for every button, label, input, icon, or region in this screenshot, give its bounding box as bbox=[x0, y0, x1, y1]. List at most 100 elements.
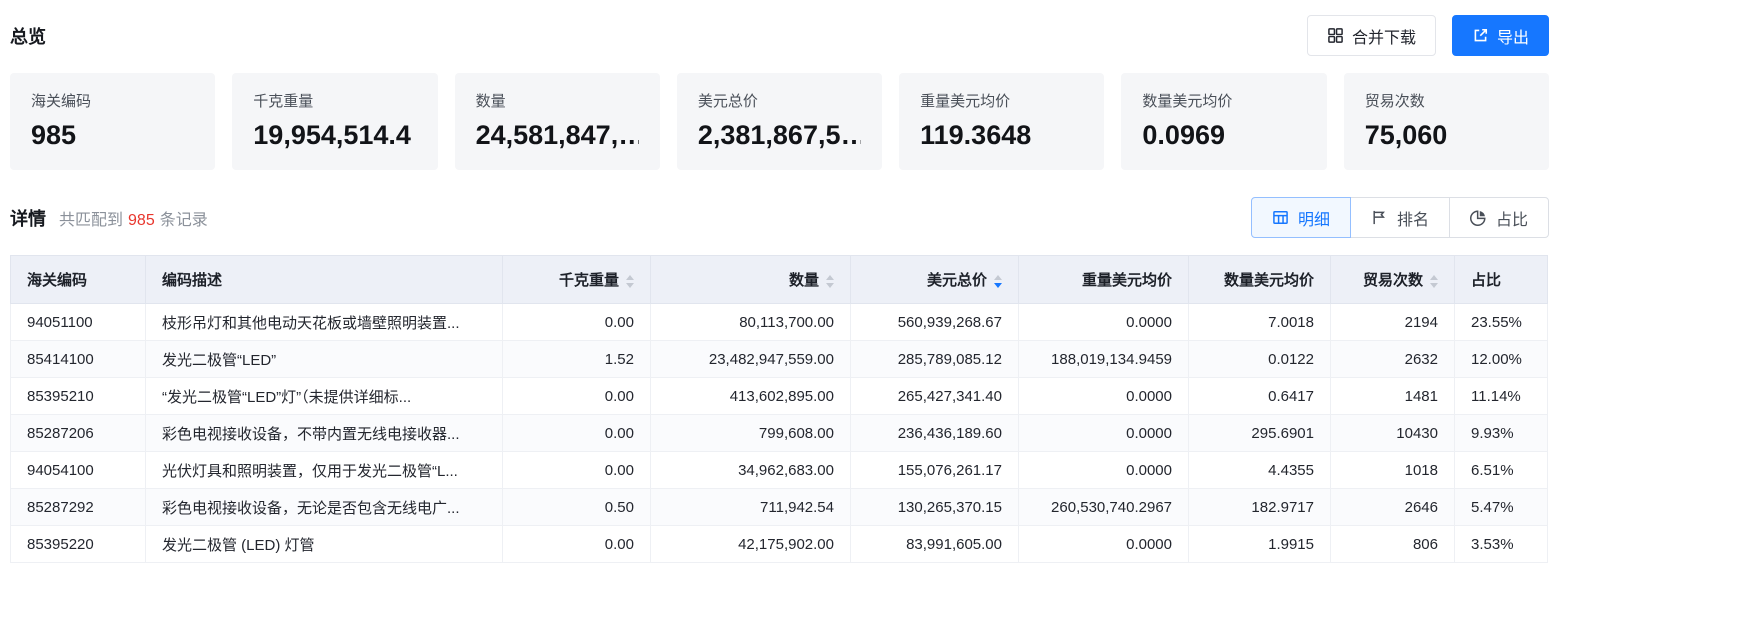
cell-trade-count: 2632 bbox=[1331, 341, 1455, 378]
summary-card: 数量24,581,847,… bbox=[455, 73, 660, 170]
table-icon bbox=[1272, 209, 1289, 226]
card-label: 千克重量 bbox=[253, 90, 416, 111]
cell-proportion: 11.14% bbox=[1455, 378, 1548, 415]
card-label: 美元总价 bbox=[698, 90, 861, 111]
page: 总览 合并下载 bbox=[0, 0, 1549, 563]
cell-usd-avg-by-quantity: 1.9915 bbox=[1189, 526, 1331, 563]
cell-kg-weight: 0.00 bbox=[503, 415, 651, 452]
cell-kg-weight: 0.00 bbox=[503, 526, 651, 563]
cell-hs-code: 85395210 bbox=[11, 378, 146, 415]
sort-icon[interactable] bbox=[1430, 275, 1438, 288]
card-label: 海关编码 bbox=[31, 90, 194, 111]
cell-usd-avg-by-weight: 0.0000 bbox=[1019, 304, 1189, 341]
sort-icon[interactable] bbox=[626, 275, 634, 288]
cell-usd-total: 265,427,341.40 bbox=[851, 378, 1019, 415]
summary-card: 数量美元均价0.0969 bbox=[1121, 73, 1326, 170]
table-row[interactable]: 85287206彩色电视接收设备，不带内置无线电接收器...0.00799,60… bbox=[11, 415, 1548, 452]
cell-hs-code: 94054100 bbox=[11, 452, 146, 489]
cell-usd-total: 236,436,189.60 bbox=[851, 415, 1019, 452]
table-row[interactable]: 85414100发光二极管“LED”1.5223,482,947,559.002… bbox=[11, 341, 1548, 378]
export-button[interactable]: 导出 bbox=[1452, 15, 1549, 56]
cell-usd-total: 560,939,268.67 bbox=[851, 304, 1019, 341]
column-header-hs-code: 海关编码 bbox=[11, 256, 146, 304]
cell-description: 彩色电视接收设备，无论是否包含无线电广... bbox=[146, 489, 503, 526]
caret-down-icon bbox=[826, 283, 834, 288]
table-row[interactable]: 94054100光伏灯具和照明装置，仅用于发光二极管“L...0.0034,96… bbox=[11, 452, 1548, 489]
table-row[interactable]: 94051100枝形吊灯和其他电动天花板或墙壁照明装置...0.0080,113… bbox=[11, 304, 1548, 341]
table-row[interactable]: 85287292彩色电视接收设备，无论是否包含无线电广...0.50711,94… bbox=[11, 489, 1548, 526]
caret-down-icon bbox=[626, 283, 634, 288]
column-label: 海关编码 bbox=[27, 272, 87, 289]
cell-proportion: 12.00% bbox=[1455, 341, 1548, 378]
cell-kg-weight: 0.00 bbox=[503, 452, 651, 489]
sort-icon[interactable] bbox=[826, 275, 834, 288]
card-value: 19,954,514.4 bbox=[253, 120, 416, 151]
cell-usd-total: 83,991,605.00 bbox=[851, 526, 1019, 563]
card-value: 2,381,867,5… bbox=[698, 120, 861, 151]
cell-kg-weight: 0.50 bbox=[503, 489, 651, 526]
tab-label: 明细 bbox=[1298, 206, 1330, 230]
detail-title: 详情 bbox=[10, 205, 46, 231]
card-value: 0.0969 bbox=[1142, 120, 1305, 151]
column-header-quantity[interactable]: 数量 bbox=[651, 256, 851, 304]
column-header-trade-count[interactable]: 贸易次数 bbox=[1331, 256, 1455, 304]
match-suffix: 条记录 bbox=[160, 212, 208, 229]
merge-download-label: 合并下载 bbox=[1352, 24, 1416, 48]
cell-kg-weight: 0.00 bbox=[503, 378, 651, 415]
caret-up-icon bbox=[1430, 275, 1438, 280]
column-header-usd-avg-by-quantity: 数量美元均价 bbox=[1189, 256, 1331, 304]
cell-trade-count: 1018 bbox=[1331, 452, 1455, 489]
match-summary: 共匹配到985条记录 bbox=[59, 206, 208, 230]
cell-proportion: 9.93% bbox=[1455, 415, 1548, 452]
cell-hs-code: 85414100 bbox=[11, 341, 146, 378]
card-value: 24,581,847,… bbox=[476, 120, 639, 151]
cell-hs-code: 85395220 bbox=[11, 526, 146, 563]
column-label: 美元总价 bbox=[927, 272, 987, 289]
tab-ranking[interactable]: 排名 bbox=[1350, 197, 1450, 238]
column-label: 占比 bbox=[1471, 272, 1501, 289]
cell-proportion: 23.55% bbox=[1455, 304, 1548, 341]
sort-icon[interactable] bbox=[994, 275, 1002, 288]
page-title: 总览 bbox=[10, 23, 46, 49]
detail-bar: 详情 共匹配到985条记录 明细排名占比 bbox=[10, 197, 1549, 238]
table-row[interactable]: 85395220发光二极管 (LED) 灯管0.0042,175,902.008… bbox=[11, 526, 1548, 563]
cell-trade-count: 806 bbox=[1331, 526, 1455, 563]
summary-card: 美元总价 2,381,867,5… bbox=[677, 73, 882, 170]
cell-quantity: 711,942.54 bbox=[651, 489, 851, 526]
cell-proportion: 3.53% bbox=[1455, 526, 1548, 563]
table-body: 94051100枝形吊灯和其他电动天花板或墙壁照明装置...0.0080,113… bbox=[11, 304, 1548, 563]
detail-left: 详情 共匹配到985条记录 bbox=[10, 205, 208, 231]
column-header-proportion: 占比 bbox=[1455, 256, 1548, 304]
cell-usd-avg-by-weight: 0.0000 bbox=[1019, 415, 1189, 452]
column-header-usd-total[interactable]: 美元总价 bbox=[851, 256, 1019, 304]
table-header-row: 海关编码编码描述千克重量数量美元总价重量美元均价数量美元均价贸易次数占比 bbox=[11, 256, 1548, 304]
caret-down-icon bbox=[1430, 283, 1438, 288]
data-table: 海关编码编码描述千克重量数量美元总价重量美元均价数量美元均价贸易次数占比 940… bbox=[10, 255, 1548, 563]
card-label: 重量美元均价 bbox=[920, 90, 1083, 111]
summary-card: 海关编码 985 bbox=[10, 73, 215, 170]
cell-description: 光伏灯具和照明装置，仅用于发光二极管“L... bbox=[146, 452, 503, 489]
cell-trade-count: 1481 bbox=[1331, 378, 1455, 415]
cell-usd-avg-by-quantity: 182.9717 bbox=[1189, 489, 1331, 526]
cell-trade-count: 2646 bbox=[1331, 489, 1455, 526]
summary-card: 贸易次数75,060 bbox=[1344, 73, 1549, 170]
caret-up-icon bbox=[994, 275, 1002, 280]
table-row[interactable]: 85395210“发光二极管“LED”灯”（未提供详细标...0.00413,6… bbox=[11, 378, 1548, 415]
caret-down-icon bbox=[994, 283, 1002, 288]
cell-description: 发光二极管 (LED) 灯管 bbox=[146, 526, 503, 563]
card-value: 985 bbox=[31, 120, 194, 151]
card-label: 贸易次数 bbox=[1365, 90, 1528, 111]
top-bar: 总览 合并下载 bbox=[10, 0, 1549, 58]
column-header-kg-weight[interactable]: 千克重量 bbox=[503, 256, 651, 304]
merge-download-button[interactable]: 合并下载 bbox=[1307, 15, 1436, 56]
column-label: 千克重量 bbox=[559, 272, 619, 289]
merge-download-icon bbox=[1327, 27, 1344, 44]
ranking-icon bbox=[1371, 209, 1388, 226]
column-header-usd-avg-by-weight: 重量美元均价 bbox=[1019, 256, 1189, 304]
summary-card: 千克重量 19,954,514.4 bbox=[232, 73, 437, 170]
tab-proportion[interactable]: 占比 bbox=[1449, 197, 1549, 238]
tab-detail[interactable]: 明细 bbox=[1251, 197, 1351, 238]
column-label: 数量美元均价 bbox=[1224, 272, 1314, 289]
cell-usd-avg-by-quantity: 7.0018 bbox=[1189, 304, 1331, 341]
cell-usd-avg-by-quantity: 4.4355 bbox=[1189, 452, 1331, 489]
